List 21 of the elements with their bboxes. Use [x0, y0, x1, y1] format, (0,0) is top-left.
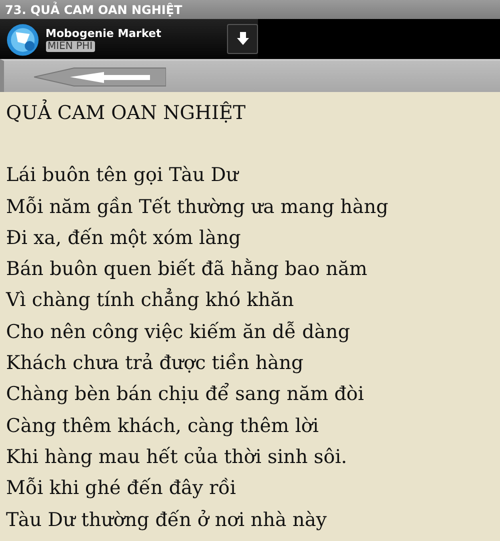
poem-title: QUẢ CAM OAN NGHIỆT — [6, 98, 494, 130]
poem-line: Chàng bèn bán chịu để sang năm đòi — [6, 382, 365, 408]
price-tag: MIỄN PHÍ — [46, 40, 95, 52]
poem-line: Mỗi năm gần Tết thường ưa mang hàng — [6, 194, 390, 220]
poem-line: Cho nên công việc kiếm ăn dễ dàng — [6, 320, 351, 345]
poem-line: Lái buôn tên gọi Tàu Dư — [6, 163, 240, 188]
back-button[interactable] — [34, 66, 166, 86]
poem-line: Bán buôn quen biết đã hằng bao năm — [6, 257, 368, 282]
download-button[interactable] — [227, 24, 258, 54]
poem-line: Khách chưa trả được tiền hàng — [6, 351, 304, 376]
poem-line: Tàu Dư thường đến ở nơi nhà này — [6, 508, 328, 533]
window-title: 73. QUẢ CAM OAN NGHIỆT — [5, 2, 182, 16]
left-arrow-icon — [34, 66, 166, 86]
poem-line: Khi hàng mau hết của thời sinh sôi. — [6, 444, 348, 470]
poem-line: Càng thêm khách, càng thêm lời — [6, 414, 320, 439]
poem-line: Vì chàng tính chẳng khó khăn — [6, 287, 295, 314]
ad-banner[interactable]: Mobogenie Market MIỄN PHÍ — [0, 19, 500, 59]
app-name: Mobogenie Market — [46, 26, 162, 40]
poem-line: Đi xa, đến một xóm làng — [6, 226, 242, 251]
poem-line: Mỗi khi ghé đến đây rồi — [6, 476, 237, 502]
download-arrow-icon — [236, 32, 249, 46]
